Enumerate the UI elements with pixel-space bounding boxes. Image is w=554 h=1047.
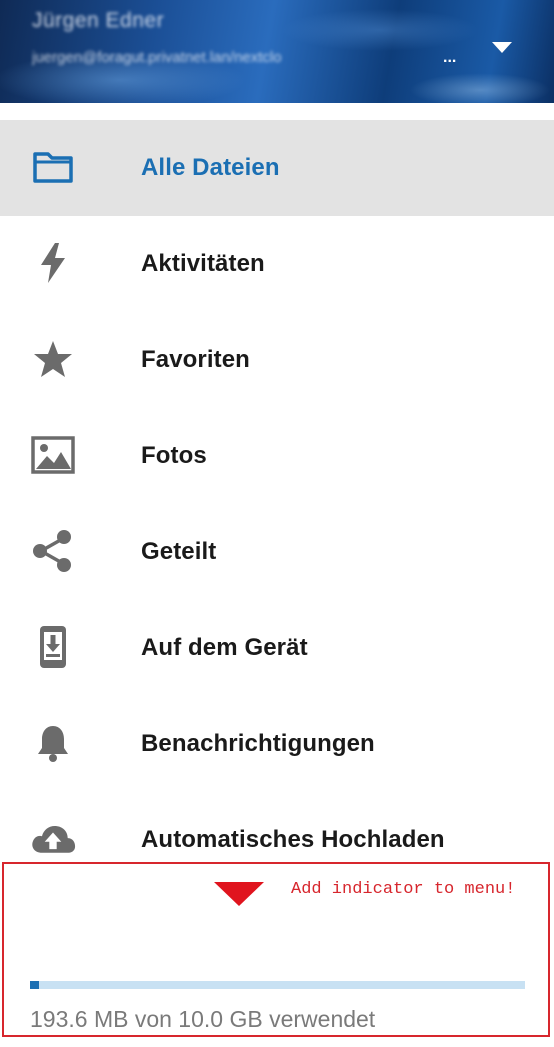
nav-item-favorites[interactable]: Favoriten xyxy=(0,312,554,408)
red-triangle-down-icon xyxy=(214,882,264,906)
quota-footer: Add indicator to menu! 193.6 MB von 10.0… xyxy=(0,860,554,1047)
nav-item-photos[interactable]: Fotos xyxy=(0,408,554,504)
quota-text: 193.6 MB von 10.0 GB verwendet xyxy=(30,1006,376,1032)
nav-item-label: Benachrichtigungen xyxy=(141,730,375,757)
nav-item-label: Fotos xyxy=(141,442,207,469)
phone-download-icon xyxy=(30,624,76,670)
nav-item-notifications[interactable]: Benachrichtigungen xyxy=(0,696,554,792)
account-name: Jürgen Edner xyxy=(32,9,165,32)
nav-item-label: Aktivitäten xyxy=(141,250,265,277)
account-email: juergen@foragut.privatnet.lan/nextclo xyxy=(32,49,282,66)
lightning-icon xyxy=(30,240,76,286)
account-dropdown-button[interactable] xyxy=(488,37,516,57)
star-icon xyxy=(30,336,76,382)
nav-item-on-device[interactable]: Auf dem Gerät xyxy=(0,600,554,696)
email-truncation: ... xyxy=(443,49,457,66)
nav-item-label: Alle Dateien xyxy=(141,154,280,181)
quota-progress-fill xyxy=(30,981,40,989)
cloud-upload-icon xyxy=(30,816,76,862)
navigation-drawer-menu: Alle Dateien Aktivitäten Favoriten Fotos xyxy=(0,120,554,888)
nav-item-all-files[interactable]: Alle Dateien xyxy=(0,120,554,216)
nav-item-label: Favoriten xyxy=(141,346,250,373)
share-icon xyxy=(30,528,76,574)
folder-icon xyxy=(30,144,76,190)
caret-down-icon xyxy=(492,41,512,53)
nav-item-label: Geteilt xyxy=(141,538,217,565)
nav-item-shared[interactable]: Geteilt xyxy=(0,504,554,600)
annotation-note: Add indicator to menu! xyxy=(291,880,516,899)
quota-progress-bar xyxy=(30,981,525,989)
image-icon xyxy=(30,432,76,478)
nav-item-label: Auf dem Gerät xyxy=(141,634,308,661)
bell-icon xyxy=(30,720,76,766)
nav-item-activities[interactable]: Aktivitäten xyxy=(0,216,554,312)
account-header[interactable]: Jürgen Edner juergen@foragut.privatnet.l… xyxy=(0,0,554,103)
